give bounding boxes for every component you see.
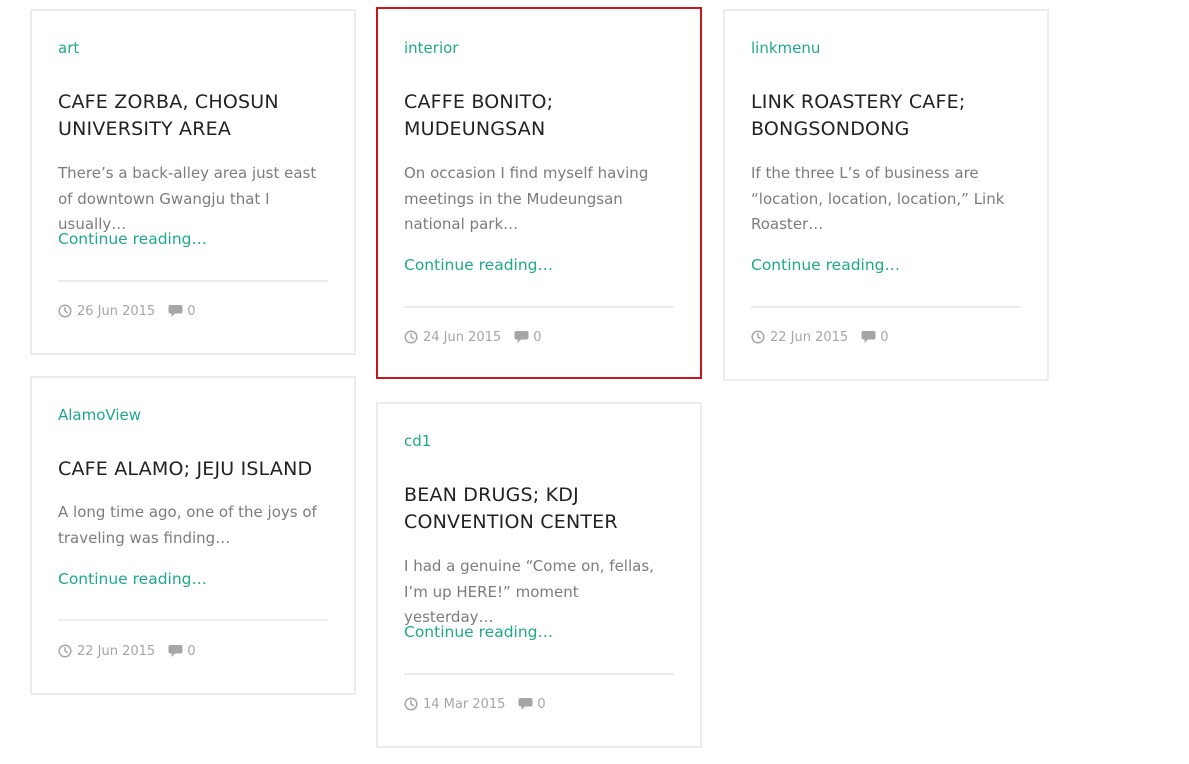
clock-icon — [751, 330, 765, 344]
post-title[interactable]: BEAN DRUGS; KDJ CONVENTION CENTER — [404, 482, 676, 536]
post-title[interactable]: CAFE ZORBA, CHOSUN UNIVERSITY AREA — [58, 89, 330, 143]
post-meta: 26 Jun 2015 0 — [58, 303, 195, 319]
post-meta: 24 Jun 2015 0 — [404, 329, 541, 345]
post-excerpt: I had a genuine “Come on, fellas, I’m up… — [404, 557, 654, 626]
post-title[interactable]: CAFE ALAMO; JEJU ISLAND — [58, 456, 330, 483]
clock-icon — [58, 304, 72, 318]
post-category-link[interactable]: interior — [404, 39, 458, 57]
post-card: linkmenu LINK ROASTERY CAFE; BONGSONDONG… — [723, 9, 1049, 381]
post-category-link[interactable]: AlamoView — [58, 406, 141, 424]
post-category-link[interactable]: cd1 — [404, 432, 431, 450]
continue-reading-link[interactable]: Continue reading… — [58, 230, 207, 248]
comment-count[interactable]: 0 — [533, 330, 541, 345]
post-category-link[interactable]: linkmenu — [751, 39, 820, 57]
post-card: cd1 BEAN DRUGS; KDJ CONVENTION CENTER I … — [376, 402, 702, 748]
post-card-highlighted: interior CAFFE BONITO; MUDEUNGSAN On occ… — [376, 7, 702, 379]
comment-count[interactable]: 0 — [537, 697, 545, 712]
continue-reading-link[interactable]: Continue reading… — [58, 570, 207, 588]
divider — [404, 306, 674, 308]
post-meta: 22 Jun 2015 0 — [58, 643, 195, 659]
comment-count[interactable]: 0 — [187, 644, 195, 659]
comment-bubble-icon[interactable] — [168, 304, 183, 318]
continue-reading-link[interactable]: Continue reading… — [404, 256, 553, 274]
post-date: 14 Mar 2015 — [423, 696, 506, 712]
post-category-link[interactable]: art — [58, 39, 79, 57]
comment-bubble-icon[interactable] — [168, 644, 183, 658]
post-date: 24 Jun 2015 — [423, 329, 502, 345]
post-card: art CAFE ZORBA, CHOSUN UNIVERSITY AREA T… — [30, 9, 356, 355]
divider — [404, 673, 674, 675]
post-excerpt: There’s a back-alley area just east of d… — [58, 164, 317, 233]
continue-reading-link[interactable]: Continue reading… — [751, 256, 900, 274]
post-title[interactable]: CAFFE BONITO; MUDEUNGSAN — [404, 89, 676, 143]
comment-bubble-icon[interactable] — [861, 330, 876, 344]
divider — [58, 619, 328, 621]
clock-icon — [404, 697, 418, 711]
divider — [751, 306, 1021, 308]
continue-reading-link[interactable]: Continue reading… — [404, 623, 553, 641]
post-card: AlamoView CAFE ALAMO; JEJU ISLAND A long… — [30, 376, 356, 695]
clock-icon — [404, 330, 418, 344]
post-date: 22 Jun 2015 — [77, 643, 156, 659]
post-excerpt: On occasion I find myself having meeting… — [404, 164, 649, 233]
comment-bubble-icon[interactable] — [514, 330, 529, 344]
post-date: 22 Jun 2015 — [770, 329, 849, 345]
post-excerpt: A long time ago, one of the joys of trav… — [58, 503, 317, 547]
post-meta: 22 Jun 2015 0 — [751, 329, 888, 345]
comment-count[interactable]: 0 — [187, 304, 195, 319]
post-meta: 14 Mar 2015 0 — [404, 696, 546, 712]
divider — [58, 280, 328, 282]
post-excerpt: If the three L’s of business are “locati… — [751, 164, 1005, 233]
comment-bubble-icon[interactable] — [518, 697, 533, 711]
clock-icon — [58, 644, 72, 658]
comment-count[interactable]: 0 — [880, 330, 888, 345]
post-date: 26 Jun 2015 — [77, 303, 156, 319]
post-title[interactable]: LINK ROASTERY CAFE; BONGSONDONG — [751, 89, 1023, 143]
